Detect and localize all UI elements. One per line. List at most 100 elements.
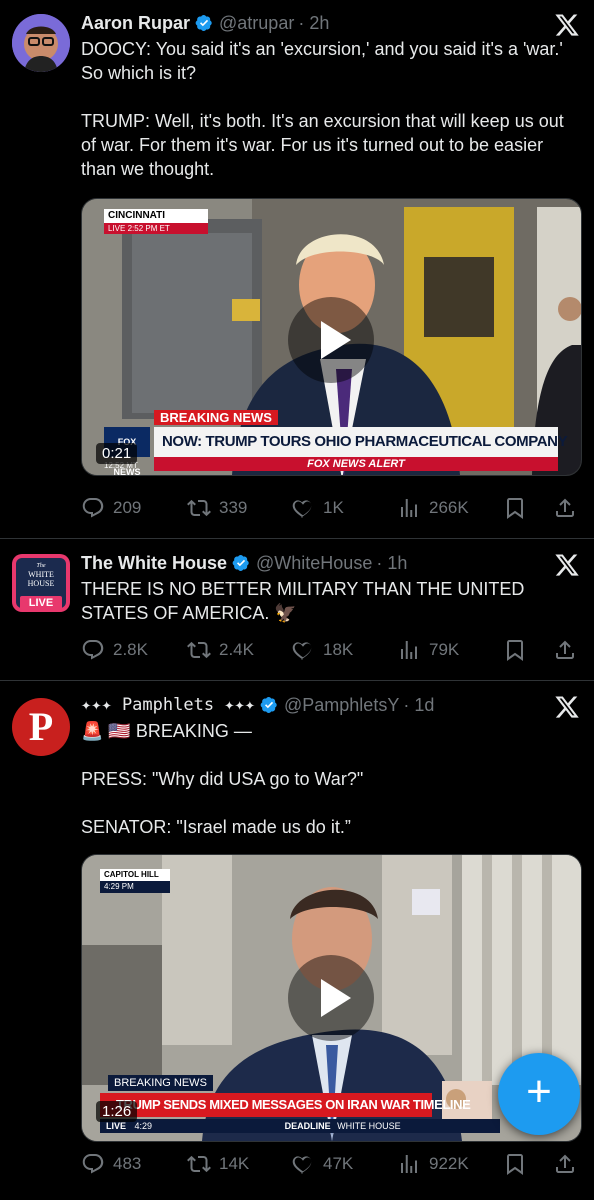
location-bug: CINCINNATI LIVE 2:52 PM ET xyxy=(104,209,208,235)
views-button[interactable]: 266K xyxy=(397,494,469,522)
repost-button[interactable]: 339 xyxy=(187,494,247,522)
alert-bar: FOX NEWS ALERT xyxy=(154,457,558,471)
tweet-text: 🚨 🇺🇸 BREAKING — PRESS: "Why did USA go t… xyxy=(81,721,364,837)
repost-icon xyxy=(187,638,211,662)
repost-button[interactable]: 14K xyxy=(187,1150,249,1178)
video-duration: 0:21 xyxy=(96,443,138,464)
tweet-aaron-rupar[interactable]: Aaron Rupar @atrupar · 2h DOOCY: You sai… xyxy=(0,0,594,539)
reply-button[interactable]: 2.8K xyxy=(81,636,148,664)
author-name[interactable]: ✦✦✦ Pamphlets ✦✦✦ xyxy=(81,694,255,716)
x-logo-icon xyxy=(554,694,580,720)
tweet-white-house[interactable]: The WHITE HOUSE LIVE The White House @Wh… xyxy=(0,538,594,681)
author-handle[interactable]: @atrupar xyxy=(219,12,294,34)
author-name[interactable]: Aaron Rupar xyxy=(81,12,190,34)
post-time[interactable]: · 1h xyxy=(376,552,407,574)
like-count: 47K xyxy=(323,1154,354,1173)
reply-count: 483 xyxy=(113,1154,142,1173)
repost-count: 2.4K xyxy=(219,640,254,659)
reply-icon xyxy=(81,496,105,520)
compose-post-button[interactable]: + xyxy=(498,1053,580,1135)
author-handle[interactable]: @PamphletsY xyxy=(284,694,399,716)
location-label: CAPITOL HILL xyxy=(100,869,170,881)
author-handle[interactable]: @WhiteHouse xyxy=(256,552,372,574)
video-thumbnail[interactable]: CINCINNATI LIVE 2:52 PM ET BREAKING NEWS… xyxy=(81,198,582,476)
avatar-image xyxy=(12,14,70,72)
ticker-bar: LIVE 4:29 DEADLINE WHITE HOUSE xyxy=(100,1119,500,1133)
reply-button[interactable]: 483 xyxy=(81,1150,141,1178)
repost-count: 339 xyxy=(219,498,248,517)
headline-text: NOW: TRUMP TOURS OHIO PHARMACEUTICAL COM… xyxy=(162,433,568,450)
live-label: LIVE xyxy=(108,224,126,233)
avatar-line1: The xyxy=(36,563,46,569)
reply-icon xyxy=(81,1152,105,1176)
headline-text: TRUMP SENDS MIXED MESSAGES ON IRAN WAR T… xyxy=(116,1097,471,1112)
repost-icon xyxy=(187,496,211,520)
views-icon xyxy=(397,1152,421,1176)
like-button[interactable]: 47K xyxy=(291,1150,353,1178)
like-count: 18K xyxy=(323,640,354,659)
clock-label: 2:52 PM ET xyxy=(127,224,170,233)
avatar-line2: WHITE xyxy=(28,570,54,579)
share-button[interactable] xyxy=(553,1150,577,1178)
bookmark-button[interactable] xyxy=(503,1150,527,1178)
location-bug: CAPITOL HILL 4:29 PM xyxy=(100,869,170,893)
action-bar: 483 14K 47K 922K xyxy=(81,1150,581,1178)
repost-count: 14K xyxy=(219,1154,250,1173)
views-count: 79K xyxy=(429,640,460,659)
bookmark-button[interactable] xyxy=(503,636,527,664)
play-button[interactable] xyxy=(288,955,374,1041)
avatar-line3: HOUSE xyxy=(27,579,55,588)
plus-icon: + xyxy=(526,1067,552,1116)
heart-icon xyxy=(291,496,315,520)
verified-badge-icon xyxy=(195,14,213,32)
views-icon xyxy=(397,638,421,662)
video-duration: 1:26 xyxy=(96,1101,138,1122)
ticker-live: LIVE xyxy=(106,1121,127,1131)
share-icon xyxy=(553,1152,577,1176)
reply-button[interactable]: 209 xyxy=(81,494,141,522)
ticker-show2: WHITE HOUSE xyxy=(337,1121,401,1131)
avatar-live-badge: LIVE xyxy=(20,596,62,610)
verified-badge-icon xyxy=(260,696,278,714)
headline-bar: NOW: TRUMP TOURS OHIO PHARMACEUTICAL COM… xyxy=(154,427,568,457)
avatar[interactable] xyxy=(12,14,70,72)
x-logo-icon xyxy=(554,12,580,38)
bookmark-icon xyxy=(503,1152,527,1176)
ticker-show: DEADLINE xyxy=(284,1121,331,1131)
post-time[interactable]: · 1d xyxy=(403,694,434,716)
bookmark-button[interactable] xyxy=(503,494,527,522)
action-bar: 209 339 1K 266K xyxy=(81,494,581,522)
author-name[interactable]: The White House xyxy=(81,552,227,574)
tweet-text: DOOCY: You said it's an 'excursion,' and… xyxy=(81,39,564,179)
ticker-time: 4:29 xyxy=(134,1121,153,1131)
avatar[interactable]: The WHITE HOUSE LIVE xyxy=(12,554,70,612)
live-clock: LIVE 2:52 PM ET xyxy=(104,223,208,234)
share-button[interactable] xyxy=(553,494,577,522)
like-button[interactable]: 1K xyxy=(291,494,344,522)
share-icon xyxy=(553,496,577,520)
action-bar: 2.8K 2.4K 18K 79K xyxy=(81,636,581,664)
views-count: 922K xyxy=(429,1154,469,1173)
avatar[interactable]: P xyxy=(12,698,70,756)
tweet-text: THERE IS NO BETTER MILITARY THAN THE UNI… xyxy=(81,579,530,623)
heart-icon xyxy=(291,638,315,662)
tweet-pamphlets[interactable]: P ✦✦✦ Pamphlets ✦✦✦ @PamphletsY · 1d 🚨 🇺… xyxy=(0,680,594,1200)
clock-label: 4:29 PM xyxy=(100,881,170,893)
like-button[interactable]: 18K xyxy=(291,636,353,664)
views-button[interactable]: 79K xyxy=(397,636,459,664)
views-count: 266K xyxy=(429,498,469,517)
share-button[interactable] xyxy=(553,636,577,664)
location-label: CINCINNATI xyxy=(104,209,208,223)
heart-icon xyxy=(291,1152,315,1176)
views-icon xyxy=(397,496,421,520)
breaking-label: BREAKING NEWS xyxy=(108,1075,213,1091)
repost-icon xyxy=(187,1152,211,1176)
share-icon xyxy=(553,638,577,662)
like-count: 1K xyxy=(323,498,344,517)
views-button[interactable]: 922K xyxy=(397,1150,469,1178)
bookmark-icon xyxy=(503,496,527,520)
post-time[interactable]: · 2h xyxy=(298,12,329,34)
repost-button[interactable]: 2.4K xyxy=(187,636,254,664)
bookmark-icon xyxy=(503,638,527,662)
play-button[interactable] xyxy=(288,297,374,383)
